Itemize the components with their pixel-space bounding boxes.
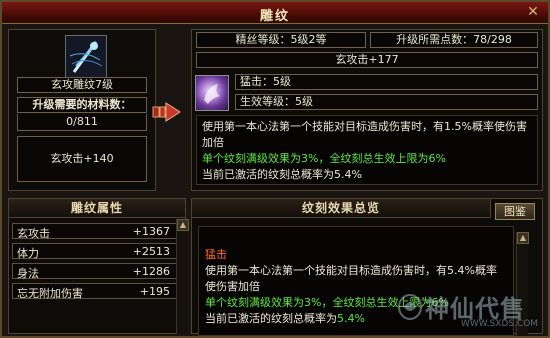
- attributes-header: 雕纹属性: [8, 198, 186, 218]
- attr-value: +195: [139, 285, 170, 298]
- refine-level: 精丝等级：5级2等: [196, 32, 366, 48]
- scroll-up-icon[interactable]: ▲: [177, 219, 189, 231]
- gem-cap-note: 单个纹刻满级效果为3%，全纹刻总生效上限为6%: [202, 152, 446, 165]
- window-title: 雕纹: [259, 9, 290, 24]
- watermark-logo-icon: [398, 294, 422, 320]
- item-slot[interactable]: [65, 35, 107, 79]
- summary-header: 纹刻效果总览: [191, 198, 491, 218]
- summary-skill-name: 猛击: [205, 248, 227, 261]
- item-panel: 玄攻雕纹7级 升级需要的材料数： 0/811 玄攻击+140: [8, 29, 156, 191]
- attr-name: 体力: [17, 247, 39, 260]
- active-rate-value: 5.4%: [337, 312, 365, 325]
- gem-active-rate: 当前已激活的纹刻总概率为5.4%: [202, 168, 362, 181]
- attr-value: +1367: [132, 225, 170, 238]
- gem-description-box: 使用第一本心法第一个技能对目标造成伤害时，有1.5%概率使伤害加倍 单个纹刻满级…: [196, 115, 538, 185]
- attr-row: 忘无附加伤害 +195: [12, 283, 177, 300]
- arrow-right-icon: [152, 102, 181, 122]
- gem-glyph: [204, 84, 220, 104]
- attr-row: 身法 +1286: [12, 263, 177, 280]
- attr-name: 玄攻击: [17, 227, 50, 240]
- current-stat: 玄攻击+140: [17, 136, 147, 182]
- attr-name: 身法: [17, 267, 39, 280]
- item-name: 玄攻雕纹7级: [17, 77, 147, 93]
- scroll-up-icon[interactable]: ▲: [517, 232, 529, 244]
- gem-effect-level: 生效等级：5级: [235, 94, 538, 110]
- gem-skill-level: 猛击：5级: [235, 74, 538, 90]
- engraving-item-icon: [66, 36, 106, 78]
- attr-name: 忘无附加伤害: [17, 287, 83, 300]
- attr-value: +2513: [132, 245, 170, 258]
- upgrade-points: 升级所需点数：78/298: [370, 32, 538, 48]
- site-watermark: 神仙代售 WWW.SXDS.COM: [397, 289, 547, 337]
- materials-value: 0/811: [17, 114, 147, 131]
- active-rate-label: 当前已激活的纹刻总概率为: [205, 312, 337, 325]
- close-icon[interactable]: ✕: [524, 4, 542, 20]
- attr-value: +1286: [132, 265, 170, 278]
- attr-row: 玄攻击 +1367: [12, 223, 177, 240]
- engraving-window: 雕纹 ✕ 玄攻雕纹7级 升级需要的材料数： 0/811 玄攻击+140 精丝等级…: [0, 0, 550, 338]
- materials-label: 升级需要的材料数：: [17, 97, 147, 113]
- gem-description: 使用第一本心法第一个技能对目标造成伤害时，有1.5%概率使伤害加倍: [202, 120, 527, 149]
- codex-button[interactable]: 图鉴: [495, 203, 535, 220]
- attr-row: 体力 +2513: [12, 243, 177, 260]
- attributes-scrollbar[interactable]: ▲: [176, 219, 189, 334]
- title-bar[interactable]: 雕纹 ✕: [2, 2, 548, 24]
- next-stat: 玄攻击+177: [196, 52, 538, 68]
- watermark-url: WWW.SXDS.COM: [461, 319, 539, 329]
- gem-icon[interactable]: [195, 75, 229, 111]
